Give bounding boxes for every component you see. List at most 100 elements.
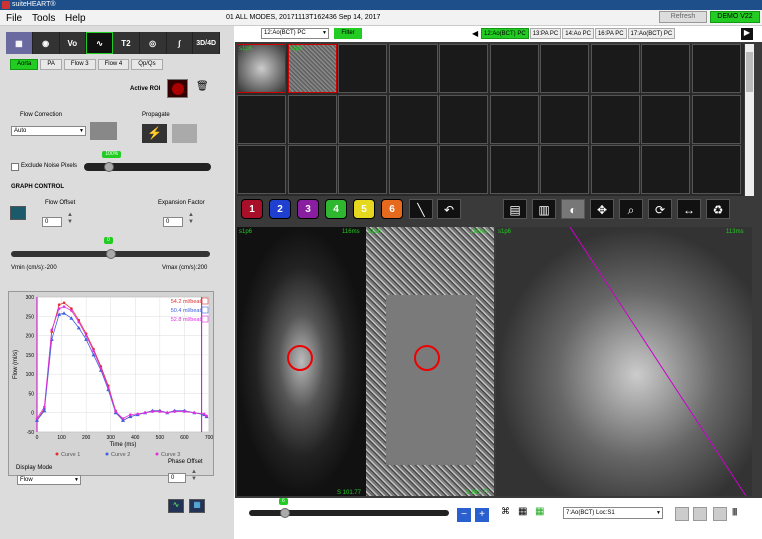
thumbnail-cell[interactable]: [489, 145, 539, 194]
thumbnail-cell[interactable]: [439, 94, 488, 144]
trash-icon[interactable]: 🗑: [196, 81, 209, 95]
roi-color-button-3[interactable]: 3: [297, 199, 319, 219]
tab-flow4[interactable]: Flow 4: [97, 59, 130, 70]
thumbnail-cell[interactable]: [388, 94, 438, 144]
rotate-icon[interactable]: ⟳: [648, 199, 672, 219]
refresh-button[interactable]: Refresh: [659, 11, 707, 23]
thumbnail-cell[interactable]: [540, 94, 589, 144]
thumbnail-cell[interactable]: [590, 94, 640, 144]
series-dropdown[interactable]: 12:Ao(BCT) PC: [261, 28, 329, 39]
paste-roi-icon[interactable]: ▥: [532, 199, 556, 219]
time-course-icon[interactable]: ∫: [167, 32, 194, 54]
thumbnail-cell[interactable]: [489, 44, 539, 93]
velocity-slider-thumb[interactable]: [106, 249, 116, 259]
series-tab-12[interactable]: 12:Ao(BCT) PC: [481, 28, 529, 39]
flip-icon[interactable]: ↔: [677, 199, 701, 219]
flow-offset-graph-icon[interactable]: [10, 206, 26, 220]
thumbnail-cell[interactable]: [691, 94, 741, 144]
curve-graph-icon[interactable]: ∿: [168, 499, 184, 513]
t2-mode-icon[interactable]: T2: [113, 32, 140, 54]
thumbnail-cell[interactable]: [590, 44, 640, 93]
roi-color-button-2[interactable]: 2: [269, 199, 291, 219]
cross-ref-button[interactable]: [693, 507, 707, 521]
thumbnail-cell[interactable]: [691, 145, 741, 194]
table-grid-icon[interactable]: ▦: [189, 499, 205, 513]
thumbnail-cell[interactable]: [540, 44, 589, 93]
display-mode-dropdown[interactable]: Flow: [17, 475, 81, 485]
thumbnail-cell[interactable]: [691, 44, 741, 93]
tab-aorta[interactable]: Aorta: [10, 59, 39, 70]
tab-flow3[interactable]: Flow 3: [63, 59, 96, 70]
reset-icon[interactable]: ♻: [706, 199, 730, 219]
thumbnail-scrollbar[interactable]: [745, 44, 754, 196]
tab-qpqs[interactable]: Qp/Qs: [131, 59, 163, 70]
copy-roi-icon[interactable]: ▤: [503, 199, 527, 219]
zoom-icon[interactable]: ⌕: [619, 199, 643, 219]
thumbnail-cell[interactable]: [641, 94, 690, 144]
thumbnail-cell[interactable]: [439, 145, 488, 194]
thumbnail-cell[interactable]: [388, 44, 438, 93]
exclude-noise-checkbox[interactable]: [11, 163, 19, 171]
zoom-in-button[interactable]: +: [475, 508, 489, 522]
menu-help[interactable]: Help: [65, 13, 86, 24]
phase-image[interactable]: s1p6 116ms: [366, 227, 494, 496]
thumbnail-cell[interactable]: [287, 145, 337, 194]
thumbnail-cell[interactable]: [338, 94, 387, 144]
tab-pa[interactable]: PA: [40, 59, 62, 70]
thumbnail-cell[interactable]: [540, 145, 589, 194]
layout-grid-icon[interactable]: ▦: [518, 506, 532, 520]
single-view-button[interactable]: [713, 507, 727, 521]
valve-mode-icon[interactable]: Vo: [60, 32, 87, 54]
thumbnail-cell[interactable]: [338, 145, 387, 194]
phase-slider-track[interactable]: [249, 510, 449, 516]
thumbnail-cell[interactable]: [287, 94, 337, 144]
phase-offset-input[interactable]: 0: [168, 473, 186, 483]
roi-color-button-5[interactable]: 5: [353, 199, 375, 219]
flow-offset-spinner[interactable]: ▲ ▼: [67, 212, 73, 226]
function-mode-icon[interactable]: ▦: [6, 32, 33, 54]
noise-slider-track[interactable]: [84, 163, 211, 171]
thumbnail-cell[interactable]: [388, 145, 438, 194]
camera-icon[interactable]: ⌘: [501, 506, 513, 520]
active-roi-button[interactable]: [167, 79, 188, 98]
propagate-all-button[interactable]: ⚡: [142, 124, 167, 143]
filter-button[interactable]: Filter: [334, 28, 362, 39]
series-prev-icon[interactable]: ◀: [472, 29, 478, 38]
compare-mode-button[interactable]: [675, 507, 689, 521]
phase-slider-thumb[interactable]: [280, 508, 290, 518]
thumbnail-cell[interactable]: [439, 44, 488, 93]
phase-offset-spinner[interactable]: ▲ ▼: [191, 469, 197, 483]
roi-circle-magnitude[interactable]: [287, 345, 313, 371]
thumbnail-cell[interactable]: [590, 145, 640, 194]
thumbnail-cell[interactable]: [338, 44, 387, 93]
series-tab-17[interactable]: 17:Ao(BCT) PC: [627, 28, 676, 39]
roi-color-button-6[interactable]: 6: [381, 199, 403, 219]
flow-correction-dropdown[interactable]: Auto: [11, 126, 86, 136]
series-next-icon[interactable]: ▶: [741, 28, 753, 40]
location-dropdown[interactable]: 7:Ao(BCT) Loc:S1: [563, 507, 663, 519]
roi-color-button-1[interactable]: 1: [241, 199, 263, 219]
thumbnail-cell[interactable]: [489, 94, 539, 144]
pan-icon[interactable]: ✥: [590, 199, 614, 219]
menu-file[interactable]: File: [6, 13, 22, 24]
thumbnail-cell[interactable]: [237, 94, 286, 144]
reference-image[interactable]: s1p6 113ms: [496, 227, 752, 496]
window-level-icon[interactable]: ◐: [561, 199, 585, 219]
roi-circle-phase[interactable]: [414, 345, 440, 371]
series-tab-14[interactable]: 14:Ao PC: [562, 28, 594, 39]
flow-mode-icon[interactable]: ∿: [86, 32, 114, 54]
demo-button[interactable]: DEMO V22: [710, 11, 760, 23]
3d-4d-icon[interactable]: 3D/4D: [193, 32, 221, 54]
zoom-out-button[interactable]: −: [457, 508, 471, 522]
propagate-single-button[interactable]: [172, 124, 197, 143]
thumbnail-cell[interactable]: [237, 145, 286, 194]
thumbnail-cell[interactable]: [641, 44, 690, 93]
series-tab-13[interactable]: 13:PA PC: [529, 28, 562, 39]
thumbnail-cell[interactable]: [641, 145, 690, 194]
menu-tools[interactable]: Tools: [32, 13, 55, 24]
flow-offset-input[interactable]: 0: [42, 217, 62, 227]
undo-icon[interactable]: ↶: [437, 199, 461, 219]
cine-layout-icon[interactable]: ▦: [535, 506, 549, 520]
t1-mapping-icon[interactable]: ◎: [140, 32, 167, 54]
magnitude-image[interactable]: s1p6 116ms: [237, 227, 366, 496]
